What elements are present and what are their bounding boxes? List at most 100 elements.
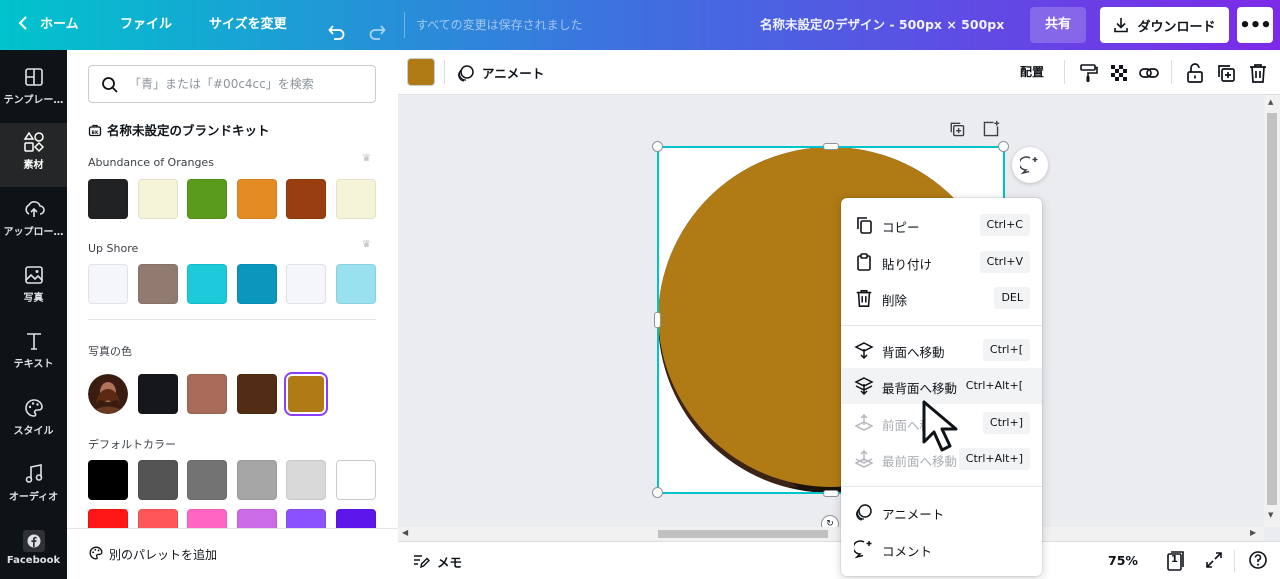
menu-item-animate[interactable]: アニメート [841,494,1042,530]
rail-label: テンプレー… [3,95,64,106]
scroll-right-icon[interactable]: ▶ [1250,528,1256,537]
share-button[interactable]: 共有 [1030,7,1086,43]
trash-icon [1250,64,1266,83]
rail-item-audio[interactable]: オーディオ [0,455,67,519]
color-swatch[interactable] [336,264,376,304]
rail-item-facebook[interactable]: Facebook [0,522,67,579]
add-page-icon [983,120,1000,137]
rail-item-elements[interactable]: 素材 [0,123,67,187]
file-menu[interactable]: ファイル [120,0,172,50]
link-button[interactable] [1138,62,1160,84]
color-search-box[interactable] [88,65,376,103]
scrollbar-thumb[interactable] [1267,113,1277,505]
resize-handle[interactable] [652,141,663,152]
fullscreen-button[interactable] [1204,550,1224,573]
color-swatch[interactable] [237,264,277,304]
color-swatch[interactable] [88,460,128,500]
scroll-left-icon[interactable]: ◀ [402,528,408,537]
menu-item-paste[interactable]: 貼り付け Ctrl+V [841,244,1042,280]
color-swatch[interactable] [138,374,178,414]
color-swatch[interactable] [237,374,277,414]
page-count: 1 [1171,554,1178,565]
color-swatch-selected[interactable] [288,376,324,412]
resize-handle[interactable] [654,312,661,328]
rail-label: 素材 [23,160,44,171]
transparency-button[interactable] [1108,62,1130,84]
horizontal-scrollbar[interactable]: ◀ ▶ [398,527,1264,541]
duplicate-button[interactable] [1215,62,1237,84]
page-duplicate-button[interactable] [948,120,966,141]
vertical-scrollbar[interactable]: ▲ ▼ [1264,95,1280,527]
color-swatch[interactable] [138,179,178,219]
color-swatch[interactable] [237,179,277,219]
resize-handle[interactable] [652,487,663,498]
rail-item-templates[interactable]: テンプレー… [0,58,67,122]
color-swatch[interactable] [138,264,178,304]
menu-divider [841,486,1042,487]
color-search-input[interactable] [129,74,359,94]
color-swatch[interactable] [286,264,326,304]
color-swatch[interactable] [286,179,326,219]
palette-title: Abundance of Oranges [88,156,214,169]
photo-thumbnail[interactable] [88,374,128,414]
fill-color-button[interactable] [408,59,434,85]
unlock-button[interactable] [1184,62,1206,84]
upload-icon [24,201,45,217]
rail-item-photos[interactable]: 写真 [0,256,67,320]
audio-icon [25,464,42,483]
chevron-left-icon [18,16,27,30]
menu-item-send-backward[interactable]: 背面へ移動 Ctrl+[ [841,332,1042,368]
resize-button[interactable]: サイズを変更 [209,0,287,50]
menu-item-copy[interactable]: コピー Ctrl+C [841,207,1042,243]
palette-icon [89,546,103,560]
resize-handle[interactable] [823,490,839,497]
more-options-button[interactable]: ••• [1237,7,1273,43]
color-swatch[interactable] [187,460,227,500]
scrollbar-thumb[interactable] [658,530,828,538]
delete-button[interactable] [1247,62,1269,84]
document-title[interactable]: 名称未設定のデザイン - 500px × 500px [760,0,1004,50]
unlock-icon [1187,63,1203,83]
animate-button[interactable]: アニメート [456,50,544,95]
undo-button[interactable] [326,14,346,40]
color-swatch[interactable] [237,460,277,500]
home-button[interactable]: ホーム [18,0,79,50]
page-count-button[interactable]: 1 [1164,550,1186,575]
color-swatch[interactable] [187,374,227,414]
color-swatch[interactable] [187,264,227,304]
menu-item-comment[interactable]: コメント [841,531,1042,567]
undo-icon [328,25,345,40]
color-swatch[interactable] [187,179,227,219]
paint-roller-button[interactable] [1078,62,1100,84]
color-swatch[interactable] [336,460,376,500]
arrange-button[interactable]: 配置 [1020,50,1044,95]
page-add-button[interactable] [982,120,1000,141]
resize-handle[interactable] [998,141,1009,152]
rail-item-text[interactable]: テキスト [0,322,67,386]
resize-handle[interactable] [823,143,839,150]
redo-button[interactable] [368,14,388,40]
download-button[interactable]: ダウンロード [1100,7,1229,43]
color-swatch[interactable] [286,460,326,500]
menu-item-label: 背面へ移動 [882,345,945,360]
scroll-up-icon[interactable]: ▲ [1268,98,1273,106]
notes-button[interactable]: メモ [412,542,462,579]
photo-colors-title: 写真の色 [88,345,132,358]
scroll-down-icon[interactable]: ▼ [1268,511,1273,519]
add-palette-button[interactable]: 別のパレットを追加 [67,528,398,579]
menu-item-label: 貼り付け [882,257,933,272]
menu-item-delete[interactable]: 削除 DEL [841,280,1042,316]
color-swatch[interactable] [336,179,376,219]
crown-icon: ♛ [362,153,371,164]
photo-icon [24,266,43,284]
color-swatch[interactable] [88,179,128,219]
color-swatch[interactable] [88,264,128,304]
rail-item-styles[interactable]: スタイル [0,389,67,453]
notes-label: メモ [437,554,463,570]
rail-item-uploads[interactable]: アップロー… [0,190,67,254]
mouse-cursor-icon [918,398,980,463]
zoom-level[interactable]: 75% [1108,542,1138,579]
color-swatch[interactable] [138,460,178,500]
help-button[interactable] [1248,550,1268,573]
add-comment-button[interactable] [1012,147,1048,183]
